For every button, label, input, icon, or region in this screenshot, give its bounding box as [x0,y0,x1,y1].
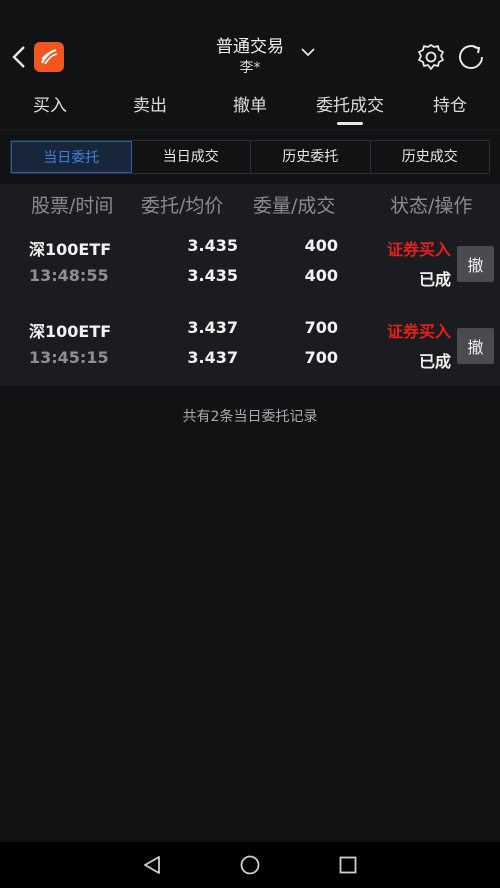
table-header: 股票/时间 委托/均价 委量/成交 状态/操作 [0,184,500,222]
table-row[interactable]: 深100ETF 13:45:15 3.437 3.437 700 700 证券买… [0,304,500,386]
avg-price: 3.437 [187,348,238,367]
nav-recents-icon[interactable] [337,854,359,876]
cancel-order-button[interactable]: 撤 [457,246,494,282]
col-order-avg: 委托/均价 [141,195,224,217]
nav-home-icon[interactable] [239,854,261,876]
sub-tabs: 当日委托 当日成交 历史委托 历史成交 [10,140,490,174]
filled-qty: 700 [304,348,338,367]
order-state: 已成 [418,352,451,371]
back-icon [12,46,25,68]
system-nav-bar [0,842,500,888]
order-state: 已成 [418,270,451,289]
stock-code: 深100ETF [29,322,112,341]
stock-code: 深100ETF [29,240,112,259]
title-main: 普通交易 [216,37,284,57]
tab-orders[interactable]: 委托成交 [300,86,400,129]
chevron-down-icon[interactable] [300,46,316,58]
subtab-today-orders[interactable]: 当日委托 [11,141,132,173]
tab-buy[interactable]: 买入 [0,86,100,129]
back-button[interactable] [8,42,30,72]
col-qty-filled: 委量/成交 [253,195,336,217]
order-type: 证券买入 [386,240,451,259]
title-bar: 普通交易 李* [0,30,500,86]
nav-back-icon[interactable] [141,854,163,876]
order-qty: 700 [304,318,338,337]
tab-positions[interactable]: 持仓 [400,86,500,129]
col-stock-time: 股票/时间 [31,195,114,217]
order-price: 3.435 [187,236,238,255]
avg-price: 3.435 [187,266,238,285]
order-time: 13:48:55 [29,266,109,285]
status-bar [0,0,500,30]
col-status-action: 状态/操作 [390,195,473,217]
subtab-history-orders[interactable]: 历史委托 [251,141,371,173]
subtab-today-trades[interactable]: 当日成交 [132,141,251,173]
gear-icon[interactable] [416,42,446,72]
order-price: 3.437 [187,318,238,337]
tab-sell[interactable]: 卖出 [100,86,200,129]
order-time: 13:45:15 [29,348,109,367]
page-title[interactable]: 普通交易 李* [150,36,350,78]
subtab-history-trades[interactable]: 历史成交 [371,141,490,173]
refresh-icon[interactable] [456,42,488,72]
tab-cancel[interactable]: 撤单 [200,86,300,129]
record-count-note: 共有2条当日委托记录 [182,409,318,425]
app-logo-icon [34,42,64,72]
order-type: 证券买入 [386,322,451,341]
filled-qty: 400 [304,266,338,285]
account-name: 李* [239,60,261,76]
order-qty: 400 [304,236,338,255]
cancel-order-button[interactable]: 撤 [457,328,494,364]
table-row[interactable]: 深100ETF 13:48:55 3.435 3.435 400 400 证券买… [0,222,500,304]
main-tabs: 买入 卖出 撤单 委托成交 持仓 [0,86,500,130]
